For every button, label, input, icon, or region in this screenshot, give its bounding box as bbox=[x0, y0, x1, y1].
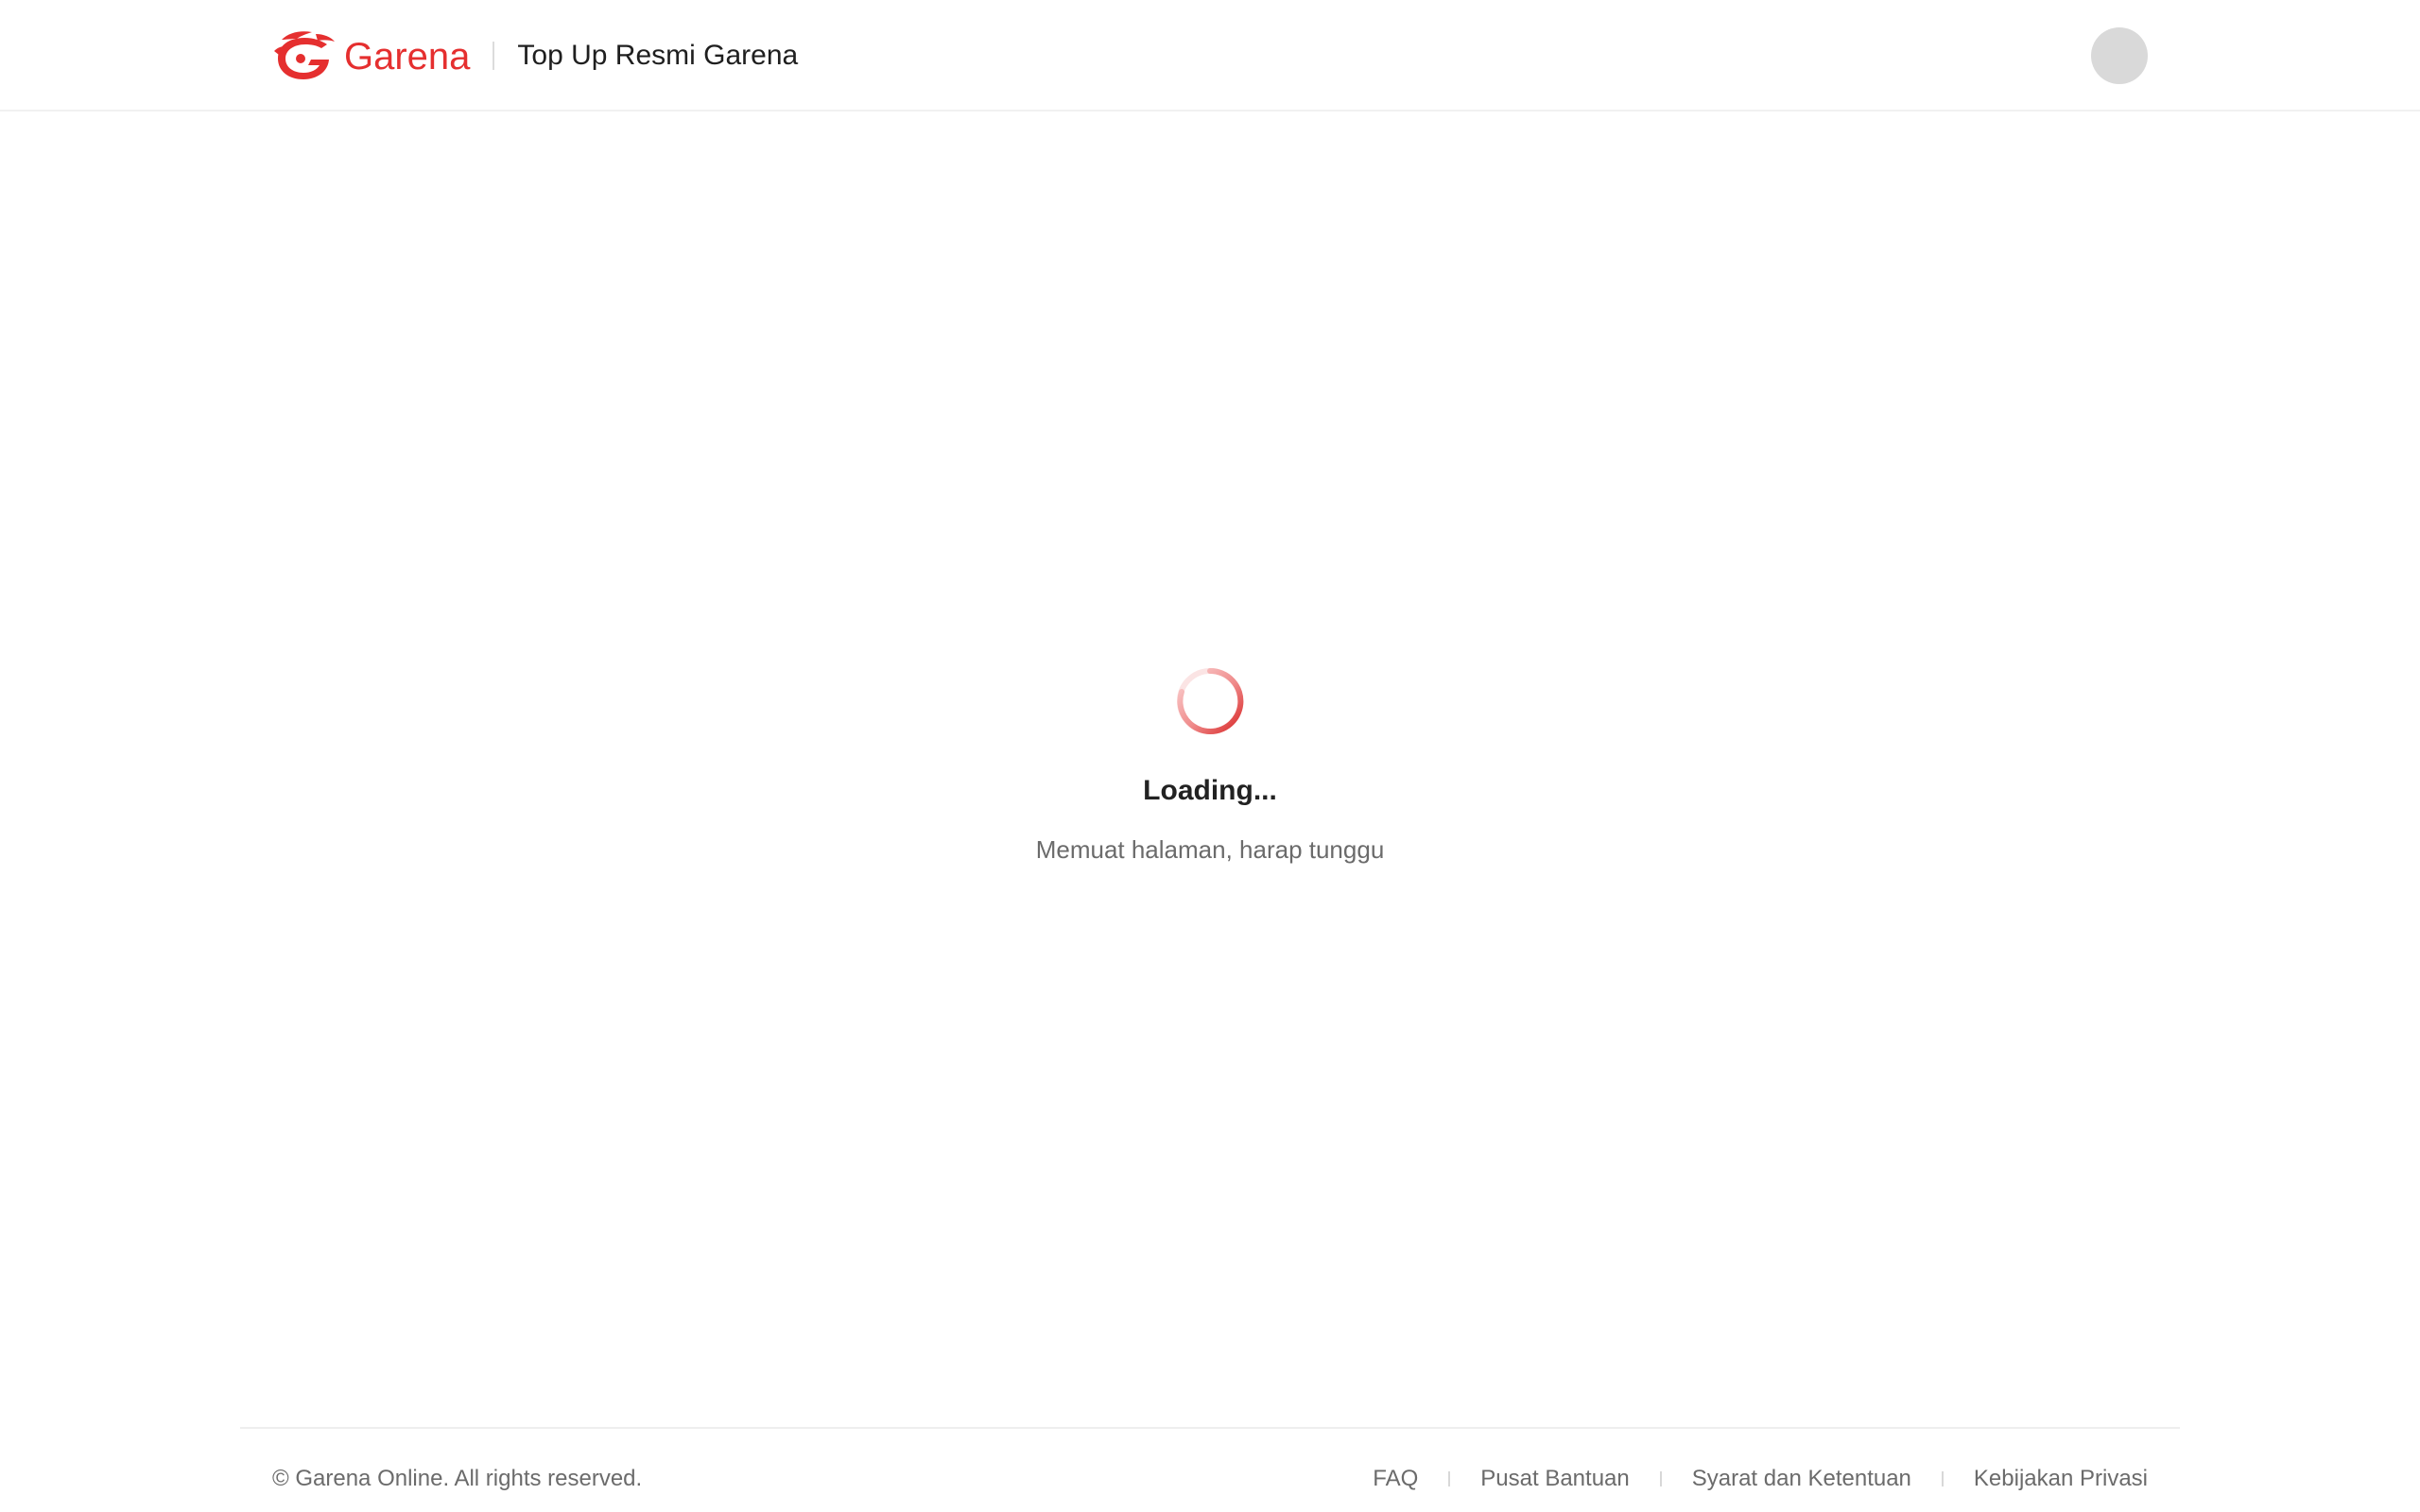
garena-logo-link[interactable]: Garena bbox=[272, 30, 470, 81]
loading-title: Loading... bbox=[1143, 775, 1277, 806]
site-header: Garena Top Up Resmi Garena bbox=[0, 0, 2420, 112]
site-footer: © Garena Online. All rights reserved. FA… bbox=[240, 1427, 2180, 1512]
footer-link-help-center[interactable]: Pusat Bantuan bbox=[1480, 1468, 1629, 1490]
brand-divider bbox=[493, 42, 495, 70]
footer-separator bbox=[1448, 1471, 1451, 1486]
page-title: Top Up Resmi Garena bbox=[517, 40, 799, 71]
logo-wordmark: Garena bbox=[344, 36, 471, 77]
footer-link-terms[interactable]: Syarat dan Ketentuan bbox=[1692, 1468, 1911, 1490]
garena-dragon-logo-icon bbox=[274, 31, 335, 79]
copyright-text: © Garena Online. All rights reserved. bbox=[272, 1466, 643, 1491]
loading-spinner-icon bbox=[1177, 667, 1244, 734]
header-inner: Garena Top Up Resmi Garena bbox=[272, 0, 2148, 112]
user-avatar[interactable] bbox=[2091, 27, 2148, 84]
footer-link-faq[interactable]: FAQ bbox=[1373, 1468, 1418, 1490]
brand: Garena Top Up Resmi Garena bbox=[272, 0, 798, 112]
footer-separator bbox=[1941, 1471, 1944, 1486]
loading-panel: Loading... Memuat halaman, harap tunggu bbox=[0, 665, 2420, 862]
main-content: Loading... Memuat halaman, harap tunggu bbox=[0, 113, 2420, 1427]
footer-links: FAQ Pusat Bantuan Syarat dan Ketentuan K… bbox=[1373, 1468, 2148, 1490]
loading-subtitle: Memuat halaman, harap tunggu bbox=[1035, 835, 1385, 864]
footer-separator bbox=[1659, 1471, 1662, 1486]
page: Garena Top Up Resmi Garena Loading... Me… bbox=[0, 0, 2420, 1512]
footer-inner: © Garena Online. All rights reserved. FA… bbox=[272, 1446, 2148, 1512]
footer-link-privacy[interactable]: Kebijakan Privasi bbox=[1974, 1468, 2148, 1490]
